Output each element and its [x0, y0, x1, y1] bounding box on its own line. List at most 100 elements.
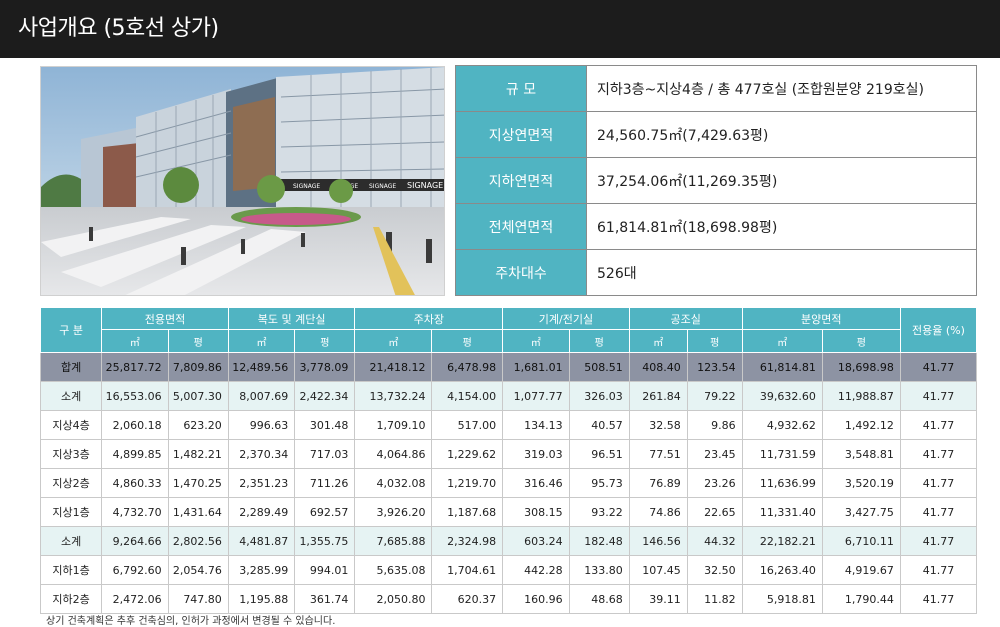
area-cell: 6,478.98: [431, 352, 504, 382]
unit-header: ㎡: [227, 329, 296, 353]
area-cell: 39,632.60: [741, 381, 823, 411]
area-cell: 319.03: [502, 439, 570, 469]
area-cell: 4,932.62: [741, 410, 823, 440]
area-cell: 4,919.67: [821, 555, 901, 585]
table-row: 지상2층 4,860.33 1,470.25 2,351.23 711.26 4,032.…: [39, 468, 978, 498]
row-label: 합계: [39, 352, 103, 382]
area-cell: 1,077.77: [502, 381, 570, 411]
overview-table: 규 모 지하3층~지상4층 / 총 477호실 (조합원분양 219호실) 지상…: [455, 65, 977, 296]
area-cell: 1,470.25: [167, 468, 229, 498]
area-cell: 442.28: [502, 555, 570, 585]
overview-row: 지하연면적 37,254.06㎡(11,269.35평): [455, 157, 977, 204]
area-cell: 1,681.01: [502, 352, 570, 382]
area-cell: 95.73: [568, 468, 630, 498]
area-cell: 7,685.88: [354, 526, 433, 556]
area-cell: 107.45: [628, 555, 688, 585]
area-cell: 4,860.33: [101, 468, 169, 498]
area-cell: 134.13: [502, 410, 570, 440]
area-cell: 61,814.81: [741, 352, 823, 382]
rate-cell: 41.77: [899, 555, 978, 585]
area-cell: 16,553.06: [101, 381, 169, 411]
group-header: 기계/전기실: [502, 307, 630, 330]
row-label: 지상2층: [39, 468, 103, 498]
area-cell: 22.65: [686, 497, 743, 527]
area-cell: 93.22: [568, 497, 630, 527]
group-header: 복도 및 계단실: [227, 307, 356, 330]
area-cell: 13,732.24: [354, 381, 433, 411]
row-label: 지상4층: [39, 410, 103, 440]
area-cell: 620.37: [431, 584, 504, 614]
area-cell: 301.48: [294, 410, 356, 440]
area-cell: 1,431.64: [167, 497, 229, 527]
rendering-illustration: SIGNAGE SIGNAGE SIGNAGE SIGNAGE: [41, 67, 444, 295]
area-cell: 12,489.56: [227, 352, 296, 382]
unit-header: 평: [294, 329, 356, 353]
area-cell: 1,482.21: [167, 439, 229, 469]
area-cell: 4,154.00: [431, 381, 504, 411]
table-row: 소계 16,553.06 5,007.30 8,007.69 2,422.34 13,73…: [39, 381, 978, 411]
unit-header: 평: [568, 329, 630, 353]
area-cell: 2,351.23: [227, 468, 296, 498]
unit-header: 평: [686, 329, 743, 353]
area-cell: 133.80: [568, 555, 630, 585]
rate-header: 전용율 (%): [899, 307, 978, 353]
area-cell: 23.26: [686, 468, 743, 498]
area-cell: 4,481.87: [227, 526, 296, 556]
area-cell: 603.24: [502, 526, 570, 556]
area-cell: 623.20: [167, 410, 229, 440]
row-label: 소계: [39, 381, 103, 411]
overview-value: 24,560.75㎡(7,429.63평): [586, 111, 977, 158]
area-cell: 21,418.12: [354, 352, 433, 382]
area-cell: 39.11: [628, 584, 688, 614]
area-cell: 32.58: [628, 410, 688, 440]
table-row: 소계 9,264.66 2,802.56 4,481.87 1,355.75 7,685.…: [39, 526, 978, 556]
area-cell: 2,802.56: [167, 526, 229, 556]
rate-cell: 41.77: [899, 352, 978, 382]
area-cell: 48.68: [568, 584, 630, 614]
table-row: 지상3층 4,899.85 1,482.21 2,370.34 717.03 4,064.…: [39, 439, 978, 469]
area-cell: 9,264.66: [101, 526, 169, 556]
area-cell: 6,792.60: [101, 555, 169, 585]
overview-row: 규 모 지하3층~지상4층 / 총 477호실 (조합원분양 219호실): [455, 65, 977, 112]
area-cell: 9.86: [686, 410, 743, 440]
area-cell: 6,710.11: [821, 526, 901, 556]
area-cell: 3,285.99: [227, 555, 296, 585]
unit-header: ㎡: [101, 329, 169, 353]
title-bar: 사업개요 (5호선 상가): [0, 0, 1000, 58]
table-row: 지상4층 2,060.18 623.20 996.63 301.48 1,709.10 51…: [39, 410, 978, 440]
rate-cell: 41.77: [899, 497, 978, 527]
overview-value: 61,814.81㎡(18,698.98평): [586, 203, 977, 250]
area-cell: 3,427.75: [821, 497, 901, 527]
signage-label: SIGNAGE: [407, 181, 443, 190]
area-cell: 11.82: [686, 584, 743, 614]
area-cell: 408.40: [628, 352, 688, 382]
area-cell: 1,187.68: [431, 497, 504, 527]
area-cell: 8,007.69: [227, 381, 296, 411]
area-cell: 316.46: [502, 468, 570, 498]
overview-key: 주차대수: [455, 249, 587, 296]
area-cell: 4,032.08: [354, 468, 433, 498]
area-cell: 747.80: [167, 584, 229, 614]
area-cell: 11,731.59: [741, 439, 823, 469]
area-table-body: 합계 25,817.72 7,809.86 12,489.56 3,778.09 21,4…: [39, 352, 978, 614]
area-cell: 517.00: [431, 410, 504, 440]
area-cell: 692.57: [294, 497, 356, 527]
row-label: 소계: [39, 526, 103, 556]
area-cell: 32.50: [686, 555, 743, 585]
unit-header: 평: [431, 329, 504, 353]
signage-label: SIGNAGE: [369, 183, 396, 190]
area-cell: 4,732.70: [101, 497, 169, 527]
area-cell: 4,899.85: [101, 439, 169, 469]
area-cell: 74.86: [628, 497, 688, 527]
row-label: 지하1층: [39, 555, 103, 585]
row-label: 지하2층: [39, 584, 103, 614]
area-cell: 2,054.76: [167, 555, 229, 585]
unit-header: ㎡: [741, 329, 823, 353]
overview-key: 전체연면적: [455, 203, 587, 250]
area-cell: 160.96: [502, 584, 570, 614]
unit-row: ㎡ 평 ㎡ 평 ㎡ 평 ㎡ 평 ㎡ 평 ㎡ 평: [41, 329, 977, 353]
table-row: 지하2층 2,472.06 747.80 1,195.88 361.74 2,050.80…: [39, 584, 978, 614]
area-cell: 5,918.81: [741, 584, 823, 614]
rate-cell: 41.77: [899, 410, 978, 440]
group-header: 주차장: [354, 307, 504, 330]
